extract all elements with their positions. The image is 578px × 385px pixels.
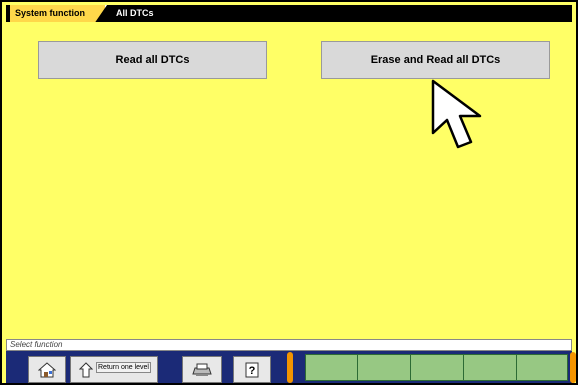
return-one-level-icon	[79, 362, 93, 378]
function-key-divider	[410, 355, 411, 380]
home-button[interactable]	[28, 356, 66, 383]
read-all-dtcs-button[interactable]: Read all DTCs	[38, 41, 267, 79]
breadcrumb-current-label: All DTCs	[116, 8, 154, 18]
function-key-divider	[463, 355, 464, 380]
function-key-divider	[357, 355, 358, 380]
printer-icon	[192, 363, 212, 376]
toolbar-separator-right	[570, 352, 576, 383]
print-button[interactable]	[182, 356, 222, 383]
erase-and-read-all-dtcs-button[interactable]: Erase and Read all DTCs	[321, 41, 550, 79]
return-one-level-label: Return one level	[96, 362, 151, 373]
help-button[interactable]: ?	[233, 356, 271, 383]
breadcrumb-root-label[interactable]: System function	[15, 6, 85, 20]
help-icon: ?	[245, 362, 259, 377]
function-key-divider	[516, 355, 517, 380]
svg-text:?: ?	[249, 365, 256, 377]
mouse-pointer-icon	[431, 79, 482, 149]
status-bar: Select function	[6, 339, 572, 351]
toolbar-separator-left	[287, 352, 293, 383]
home-icon	[38, 361, 56, 377]
function-keys-panel	[305, 354, 568, 381]
